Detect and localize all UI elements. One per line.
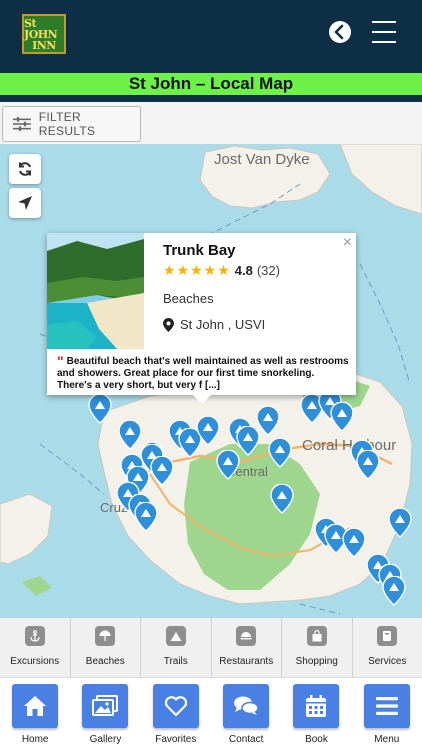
rating-stars: ★★★★★ [163, 262, 231, 278]
rating-count: (32) [256, 263, 280, 278]
bag-icon [306, 626, 327, 646]
sliders-icon [13, 117, 31, 131]
hamburger-line [372, 31, 396, 33]
rating-score: 4.8 [234, 263, 253, 278]
place-location-text: St John , USVI [180, 317, 266, 332]
map-marker-pin[interactable] [118, 419, 142, 450]
nav-home[interactable]: Home [0, 678, 70, 750]
map-marker-pin[interactable] [388, 507, 412, 538]
title-band: St John – Local Map [0, 73, 422, 95]
tab-excursions[interactable]: Excursions [0, 618, 71, 677]
nav-menu-label: Menu [374, 734, 400, 745]
location-arrow-icon [18, 196, 32, 210]
service-icon [377, 626, 398, 646]
map-marker-pin[interactable] [342, 527, 366, 558]
map-locate-button[interactable] [9, 188, 41, 218]
heart-icon [152, 684, 199, 728]
nav-home-label: Home [21, 734, 49, 745]
map-marker-pin[interactable] [88, 393, 112, 424]
map-label-jost-van-dyke: Jost Van Dyke [214, 151, 310, 168]
logo-text-top: St JOHN [24, 16, 58, 41]
tab-trails-label: Trails [163, 656, 188, 667]
nav-gallery[interactable]: Gallery [70, 678, 140, 750]
place-location: St John , USVI [163, 317, 265, 332]
bottom-nav: Home Gallery Favorites Contact Book Menu [0, 677, 422, 750]
tab-services[interactable]: Services [353, 618, 422, 677]
menu-icon [363, 684, 410, 728]
map-marker-pin[interactable] [216, 449, 240, 480]
anchor-icon [24, 626, 45, 646]
chevron-left-circle-icon [329, 21, 351, 43]
nav-contact[interactable]: Contact [211, 678, 281, 750]
app-header: St JOHN INN [0, 0, 422, 68]
chat-icon [223, 684, 270, 728]
place-thumbnail [47, 233, 144, 349]
filter-results-label: FILTER RESULTS [38, 110, 96, 138]
map-marker-pin[interactable] [270, 483, 294, 514]
place-popup[interactable]: × Trunk Bay ★★★★★ 4.8 (32) Beaches St Jo… [47, 233, 356, 404]
tab-beaches-label: Beaches [85, 656, 125, 667]
home-icon [12, 684, 59, 728]
gallery-icon [82, 684, 129, 728]
tab-beaches[interactable]: Beaches [71, 618, 141, 677]
place-review-text: Beautiful beach that's well maintained a… [57, 356, 349, 391]
map-view[interactable]: Jost Van Dyke Central Coral Harbour Cruz… [0, 144, 422, 618]
tab-services-label: Services [368, 656, 407, 667]
tab-shopping-label: Shopping [295, 656, 338, 667]
mountain-icon [165, 626, 186, 646]
map-marker-pin[interactable] [268, 437, 292, 468]
umbrella-icon [95, 626, 116, 646]
map-marker-pin[interactable] [356, 449, 380, 480]
filter-row: FILTER RESULTS [0, 102, 422, 144]
map-marker-pin[interactable] [196, 415, 220, 446]
app-logo[interactable]: St JOHN INN [22, 14, 66, 54]
popup-close-button[interactable]: × [343, 234, 352, 252]
map-marker-pin[interactable] [330, 401, 354, 432]
category-tabs: Excursions Beaches Trails Restaurants Sh… [0, 618, 422, 677]
hamburger-line [372, 41, 396, 43]
tab-shopping[interactable]: Shopping [282, 618, 353, 677]
logo-text-bottom: INN [32, 38, 56, 52]
hamburger-menu-button[interactable] [372, 21, 396, 43]
title-bar: St John – Local Map [0, 68, 422, 102]
quote-icon: " [57, 353, 64, 369]
map-refresh-button[interactable] [9, 154, 41, 184]
place-rating: ★★★★★ 4.8 (32) [163, 262, 280, 279]
place-name: Trunk Bay [163, 242, 236, 259]
place-category: Beaches [163, 291, 214, 306]
refresh-icon [19, 162, 31, 176]
nav-book-label: Book [305, 734, 328, 745]
beach-photo [47, 233, 144, 349]
tab-trails[interactable]: Trails [141, 618, 212, 677]
map-marker-pin[interactable] [256, 405, 280, 436]
page-title: St John – Local Map [128, 74, 294, 93]
nav-menu[interactable]: Menu [352, 678, 422, 750]
nav-favorites-label: Favorites [155, 734, 197, 745]
place-review: " Beautiful beach that's well maintained … [57, 353, 349, 392]
map-marker-pin[interactable] [150, 455, 174, 486]
popup-pointer [193, 395, 211, 404]
nav-gallery-label: Gallery [89, 734, 122, 745]
map-marker-pin[interactable] [134, 501, 158, 532]
map-marker-icon [163, 317, 174, 332]
tab-restaurants[interactable]: Restaurants [212, 618, 282, 677]
dish-icon [236, 626, 257, 646]
hamburger-line [372, 21, 396, 23]
calendar-icon [293, 684, 340, 728]
filter-results-button[interactable]: FILTER RESULTS [2, 106, 141, 142]
nav-favorites[interactable]: Favorites [141, 678, 211, 750]
map-marker-pin[interactable] [382, 575, 406, 606]
nav-contact-label: Contact [228, 734, 264, 745]
tab-restaurants-label: Restaurants [219, 656, 274, 667]
back-button[interactable] [328, 20, 352, 44]
tab-excursions-label: Excursions [10, 656, 60, 667]
nav-book[interactable]: Book [281, 678, 351, 750]
